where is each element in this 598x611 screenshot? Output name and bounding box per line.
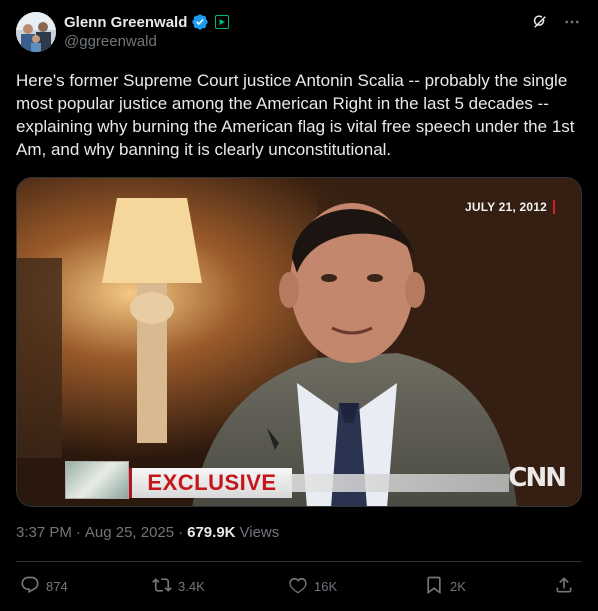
meta-separator: · bbox=[75, 524, 81, 541]
like-count: 16K bbox=[314, 578, 338, 594]
exclusive-banner-text: EXCLUSIVE bbox=[147, 470, 277, 495]
video-date-overlay: JULY 21, 2012 bbox=[465, 200, 555, 214]
grok-icon[interactable] bbox=[530, 12, 550, 32]
tweet-date[interactable]: Aug 25, 2025 bbox=[85, 524, 174, 541]
share-button[interactable] bbox=[554, 575, 574, 598]
more-icon[interactable] bbox=[562, 12, 582, 32]
reply-button[interactable]: 874 bbox=[20, 575, 68, 598]
tweet-video[interactable]: JULY 21, 2012 EXCLUSIVE CNN bbox=[16, 177, 582, 507]
author-display-name[interactable]: Glenn Greenwald bbox=[64, 14, 187, 31]
action-bar: 874 3.4K 16K 2K bbox=[16, 574, 582, 598]
reply-count: 874 bbox=[46, 578, 68, 594]
views-count: 679.9K bbox=[187, 524, 236, 541]
repost-count: 3.4K bbox=[178, 578, 205, 594]
network-logo: CNN bbox=[508, 463, 567, 493]
verified-badge-icon bbox=[191, 13, 209, 31]
divider bbox=[16, 561, 582, 562]
bookmark-count: 2K bbox=[450, 578, 466, 594]
exclusive-banner: EXCLUSIVE bbox=[129, 468, 292, 498]
banner-strip bbox=[289, 474, 509, 492]
repost-button[interactable]: 3.4K bbox=[152, 575, 205, 598]
share-icon bbox=[554, 575, 574, 598]
tweet-time[interactable]: 3:37 PM bbox=[16, 524, 72, 541]
video-frame bbox=[17, 178, 581, 506]
author-name-row: Glenn Greenwald bbox=[64, 13, 230, 31]
top-actions bbox=[530, 12, 582, 32]
heart-icon bbox=[288, 575, 308, 598]
views-label: Views bbox=[239, 524, 280, 541]
bookmark-icon bbox=[424, 575, 444, 598]
bookmark-button[interactable]: 2K bbox=[424, 575, 466, 598]
meta-separator: · bbox=[178, 524, 184, 541]
affiliate-badge-icon bbox=[215, 15, 230, 29]
author-handle[interactable]: @ggreenwald bbox=[64, 33, 157, 50]
like-button[interactable]: 16K bbox=[288, 575, 337, 598]
reply-icon bbox=[20, 575, 40, 598]
tweet-meta: 3:37 PM · Aug 25, 2025 · 679.9K Views bbox=[16, 524, 279, 541]
repost-icon bbox=[152, 575, 172, 598]
avatar[interactable] bbox=[16, 12, 56, 52]
tweet-text: Here's former Supreme Court justice Anto… bbox=[16, 71, 575, 159]
banner-thumbnail bbox=[65, 461, 129, 499]
